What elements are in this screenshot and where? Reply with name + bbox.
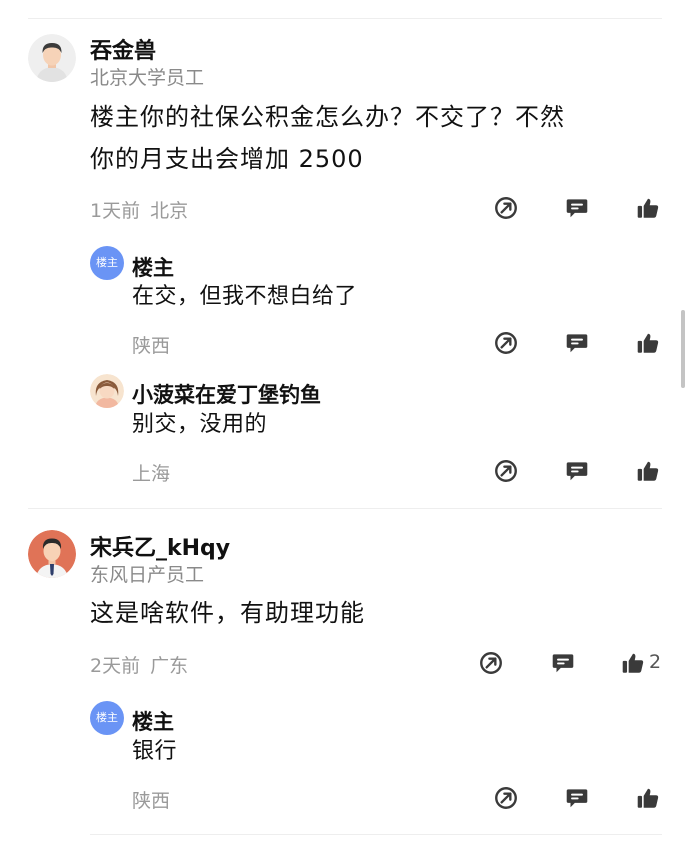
comment-icon: [552, 654, 574, 673]
share-icon: [495, 332, 517, 354]
reply-location: 陕西: [132, 790, 171, 812]
comment-text: 楼主你的社保公积金怎么办？不交了？不然 你的月支出会增加 2500: [90, 96, 650, 180]
like-button[interactable]: [618, 648, 648, 678]
comment-icon: [566, 789, 588, 808]
comment-button[interactable]: [562, 783, 592, 813]
thumbs-up-icon: [637, 198, 659, 218]
top-divider: [28, 18, 662, 19]
comment-icon: [566, 199, 588, 218]
reply-author-name[interactable]: 楼主: [132, 252, 174, 282]
share-icon: [495, 460, 517, 482]
share-button[interactable]: [491, 193, 521, 223]
share-button[interactable]: [491, 456, 521, 486]
comment-button[interactable]: [562, 193, 592, 223]
commenter-subtitle: 东风日产员工: [90, 564, 205, 586]
like-button[interactable]: [633, 193, 663, 223]
like-button[interactable]: [633, 783, 663, 813]
op-badge-avatar[interactable]: 楼主: [90, 701, 124, 735]
comment-text-line: 楼主你的社保公积金怎么办？不交了？不然: [90, 103, 565, 131]
comment-text-line: 你的月支出会增加 2500: [90, 145, 364, 173]
reply-text: 在交，但我不想白给了: [132, 284, 358, 309]
reply-location: 陕西: [132, 335, 171, 357]
avatar[interactable]: [28, 34, 76, 82]
reply-location: 上海: [132, 463, 171, 485]
comment-button[interactable]: [562, 328, 592, 358]
share-icon: [495, 197, 517, 219]
op-badge-avatar[interactable]: 楼主: [90, 246, 124, 280]
share-icon: [495, 787, 517, 809]
thumbs-up-icon: [637, 333, 659, 353]
comment-location: 广东: [150, 655, 189, 677]
comment-meta: 2天前 广东: [90, 651, 188, 678]
comment-divider: [28, 508, 662, 509]
comment-meta: 1天前 北京: [90, 196, 188, 223]
comment-time: 1天前: [90, 200, 141, 222]
bottom-divider: [90, 834, 662, 835]
share-button[interactable]: [491, 783, 521, 813]
thumbs-up-icon: [622, 653, 644, 673]
comment-icon: [566, 334, 588, 353]
scrollbar[interactable]: [681, 310, 685, 388]
reply-author-name[interactable]: 楼主: [132, 706, 174, 736]
comment-location: 北京: [150, 200, 189, 222]
comment-button[interactable]: [562, 456, 592, 486]
comment-button[interactable]: [548, 648, 578, 678]
comment-text: 这是啥软件，有助理功能: [90, 599, 365, 627]
like-count: 2: [649, 651, 662, 673]
reply-text: 银行: [132, 739, 178, 764]
avatar[interactable]: [28, 530, 76, 578]
share-button[interactable]: [491, 328, 521, 358]
thumbs-up-icon: [637, 461, 659, 481]
commenter-subtitle: 北京大学员工: [90, 67, 205, 89]
like-button[interactable]: [633, 456, 663, 486]
reply-text: 别交，没用的: [132, 412, 268, 437]
commenter-name[interactable]: 宋兵乙_kHqy: [90, 530, 230, 562]
comment-time: 2天前: [90, 655, 141, 677]
reply-author-name[interactable]: 小菠菜在爱丁堡钓鱼: [132, 379, 321, 409]
share-button[interactable]: [476, 648, 506, 678]
thumbs-up-icon: [637, 788, 659, 808]
share-icon: [480, 652, 502, 674]
commenter-name[interactable]: 吞金兽: [90, 33, 156, 65]
comment-icon: [566, 462, 588, 481]
avatar[interactable]: [90, 374, 124, 408]
like-button[interactable]: [633, 328, 663, 358]
